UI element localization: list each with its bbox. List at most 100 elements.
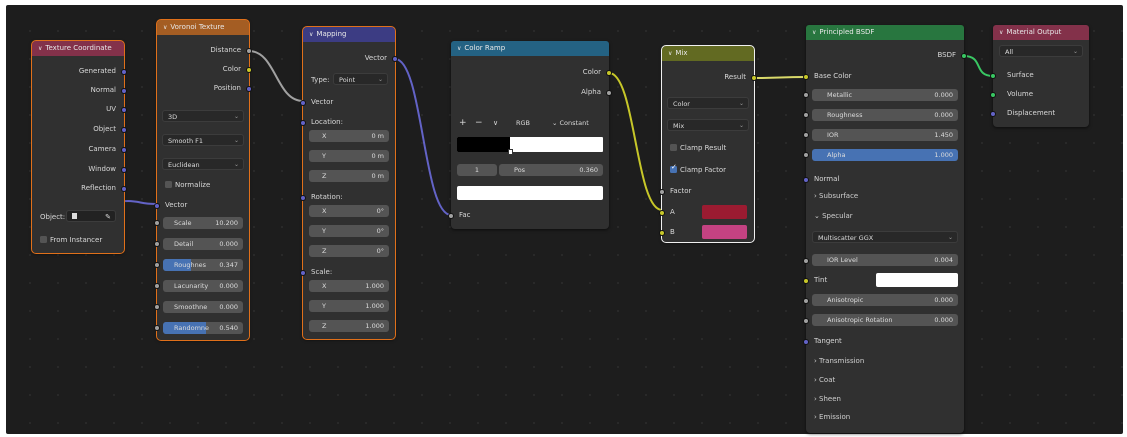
- ramp-gradient[interactable]: [457, 137, 603, 152]
- from-instancer-checkbox[interactable]: From Instancer: [40, 235, 102, 244]
- socket-uv[interactable]: [121, 107, 127, 113]
- interpolation-dropdown[interactable]: ⌄ Constant: [547, 117, 603, 129]
- scale-x-field[interactable]: X 1.000: [309, 280, 389, 292]
- ramp-stop-handle[interactable]: [507, 149, 513, 155]
- socket-location[interactable]: [300, 120, 306, 126]
- socket-reflection[interactable]: [121, 186, 127, 192]
- collapse-icon[interactable]: ∨: [163, 20, 167, 35]
- ior-field[interactable]: IOR 1.450: [812, 129, 958, 141]
- type-dropdown[interactable]: Point ⌄: [333, 73, 388, 85]
- socket-input[interactable]: [154, 283, 160, 289]
- color-a-swatch[interactable]: [702, 205, 747, 219]
- slider-field[interactable]: Detail 0.000: [163, 238, 243, 250]
- socket-color[interactable]: [606, 70, 612, 76]
- voronoi-texture-node[interactable]: ∨ Voronoi Texture Distance Color Position…: [154, 19, 252, 341]
- stop-index-field[interactable]: 1: [457, 164, 497, 176]
- collapse-icon[interactable]: ∨: [457, 41, 461, 56]
- eyedropper-icon[interactable]: ✎: [105, 211, 111, 223]
- socket-window[interactable]: [121, 167, 127, 173]
- coat-panel[interactable]: › Coat: [814, 376, 835, 384]
- alpha-field[interactable]: Alpha 1.000: [812, 149, 958, 161]
- collapse-icon[interactable]: ∨: [309, 27, 313, 42]
- socket-scale[interactable]: [300, 270, 306, 276]
- rotation-z-field[interactable]: Z 0°: [309, 245, 389, 257]
- sheen-panel[interactable]: › Sheen: [814, 395, 841, 403]
- socket-vector-in[interactable]: [154, 203, 160, 209]
- subsurface-panel[interactable]: › Subsurface: [814, 192, 858, 200]
- node-header[interactable]: ∨ Mapping: [303, 27, 395, 42]
- add-stop-button[interactable]: +: [459, 118, 467, 128]
- roughness-field[interactable]: Roughness 0.000: [812, 109, 958, 121]
- specular-panel[interactable]: ⌄ Specular: [814, 212, 853, 220]
- socket-vector-in[interactable]: [300, 100, 306, 106]
- slider-field[interactable]: Randomne 0.540: [163, 322, 243, 334]
- socket-input[interactable]: [154, 262, 160, 268]
- socket-anisotropic-rotation[interactable]: [803, 318, 809, 324]
- slider-field[interactable]: Roughnes 0.347: [163, 259, 243, 271]
- mix-node[interactable]: ∨Mix Result Color⌄ Mix⌄ Clamp Result Cla…: [659, 45, 757, 243]
- ior-level-field[interactable]: IOR Level 0.004: [812, 254, 958, 266]
- slider-field[interactable]: Scale 10.200: [163, 217, 243, 229]
- node-header[interactable]: ∨ Principled BSDF: [806, 25, 964, 40]
- socket-camera[interactable]: [121, 147, 127, 153]
- collapse-icon[interactable]: ∨: [38, 41, 42, 56]
- transmission-panel[interactable]: › Transmission: [814, 357, 864, 365]
- socket-normal[interactable]: [121, 88, 127, 94]
- target-dropdown[interactable]: All ⌄: [999, 45, 1083, 57]
- feature-dropdown[interactable]: Smooth F1 ⌄: [162, 134, 244, 146]
- slider-field[interactable]: Lacunarity 0.000: [163, 280, 243, 292]
- socket-roughness[interactable]: [803, 112, 809, 118]
- node-header[interactable]: ∨ Color Ramp: [451, 41, 609, 56]
- object-picker[interactable]: ✎: [66, 210, 116, 222]
- location-z-field[interactable]: Z 0 m: [309, 170, 389, 182]
- normalize-checkbox[interactable]: Normalize: [165, 180, 210, 189]
- node-header[interactable]: ∨ Voronoi Texture: [157, 20, 249, 35]
- socket-alpha[interactable]: [606, 90, 612, 96]
- socket-b[interactable]: [659, 230, 665, 236]
- socket-object[interactable]: [121, 127, 127, 133]
- principled-bsdf-node[interactable]: ∨ Principled BSDF BSDF Base Color Normal …: [803, 25, 967, 433]
- stop-position-field[interactable]: Pos 0.360: [499, 164, 603, 176]
- blend-mode-dropdown[interactable]: Mix ⌄: [667, 119, 749, 131]
- scale-z-field[interactable]: Z 1.000: [309, 320, 389, 332]
- scale-y-field[interactable]: Y 1.000: [309, 300, 389, 312]
- socket-input[interactable]: [154, 325, 160, 331]
- socket-bsdf[interactable]: [961, 53, 967, 59]
- socket-alpha[interactable]: [803, 152, 809, 158]
- socket-surface[interactable]: [990, 73, 996, 79]
- socket-factor[interactable]: [659, 189, 665, 195]
- socket-base-color[interactable]: [803, 74, 809, 80]
- socket-tint[interactable]: [803, 278, 809, 284]
- socket-tangent[interactable]: [803, 339, 809, 345]
- socket-input[interactable]: [154, 220, 160, 226]
- node-header[interactable]: ∨ Material Output: [993, 25, 1089, 40]
- collapse-icon[interactable]: ∨: [999, 25, 1003, 40]
- metric-dropdown[interactable]: Euclidean ⌄: [162, 158, 244, 170]
- data-type-dropdown[interactable]: Color ⌄: [667, 97, 749, 109]
- rotation-x-field[interactable]: X 0°: [309, 205, 389, 217]
- color-ramp-node[interactable]: ∨ Color Ramp Color Alpha + − ∨ RGB ⌄ Cons…: [448, 41, 612, 229]
- socket-vector-out[interactable]: [392, 56, 398, 62]
- socket-color[interactable]: [246, 67, 252, 73]
- remove-stop-button[interactable]: −: [475, 118, 483, 128]
- socket-input[interactable]: [154, 304, 160, 310]
- checkbox-box[interactable]: [40, 235, 47, 243]
- socket-rotation[interactable]: [300, 195, 306, 201]
- color-b-swatch[interactable]: [702, 225, 747, 239]
- socket-anisotropic[interactable]: [803, 298, 809, 304]
- checkbox-box-checked[interactable]: [670, 163, 677, 173]
- distribution-dropdown[interactable]: Multiscatter GGX ⌄: [812, 231, 958, 243]
- node-header[interactable]: ∨ Mix: [662, 46, 754, 61]
- socket-ior-level[interactable]: [803, 258, 809, 264]
- node-header[interactable]: ∨ Texture Coordinate: [32, 41, 124, 56]
- rotation-y-field[interactable]: Y 0°: [309, 225, 389, 237]
- anisotropic-rotation-field[interactable]: Anisotropic Rotation 0.000: [812, 314, 958, 326]
- collapse-icon[interactable]: ∨: [812, 25, 816, 40]
- socket-a[interactable]: [659, 210, 665, 216]
- ramp-menu-button[interactable]: ∨: [493, 119, 498, 127]
- checkbox-box[interactable]: [165, 180, 172, 188]
- collapse-icon[interactable]: ∨: [668, 46, 672, 61]
- dimensions-dropdown[interactable]: 3D ⌄: [162, 110, 244, 122]
- socket-result[interactable]: [751, 75, 757, 81]
- emission-panel[interactable]: › Emission: [814, 413, 850, 421]
